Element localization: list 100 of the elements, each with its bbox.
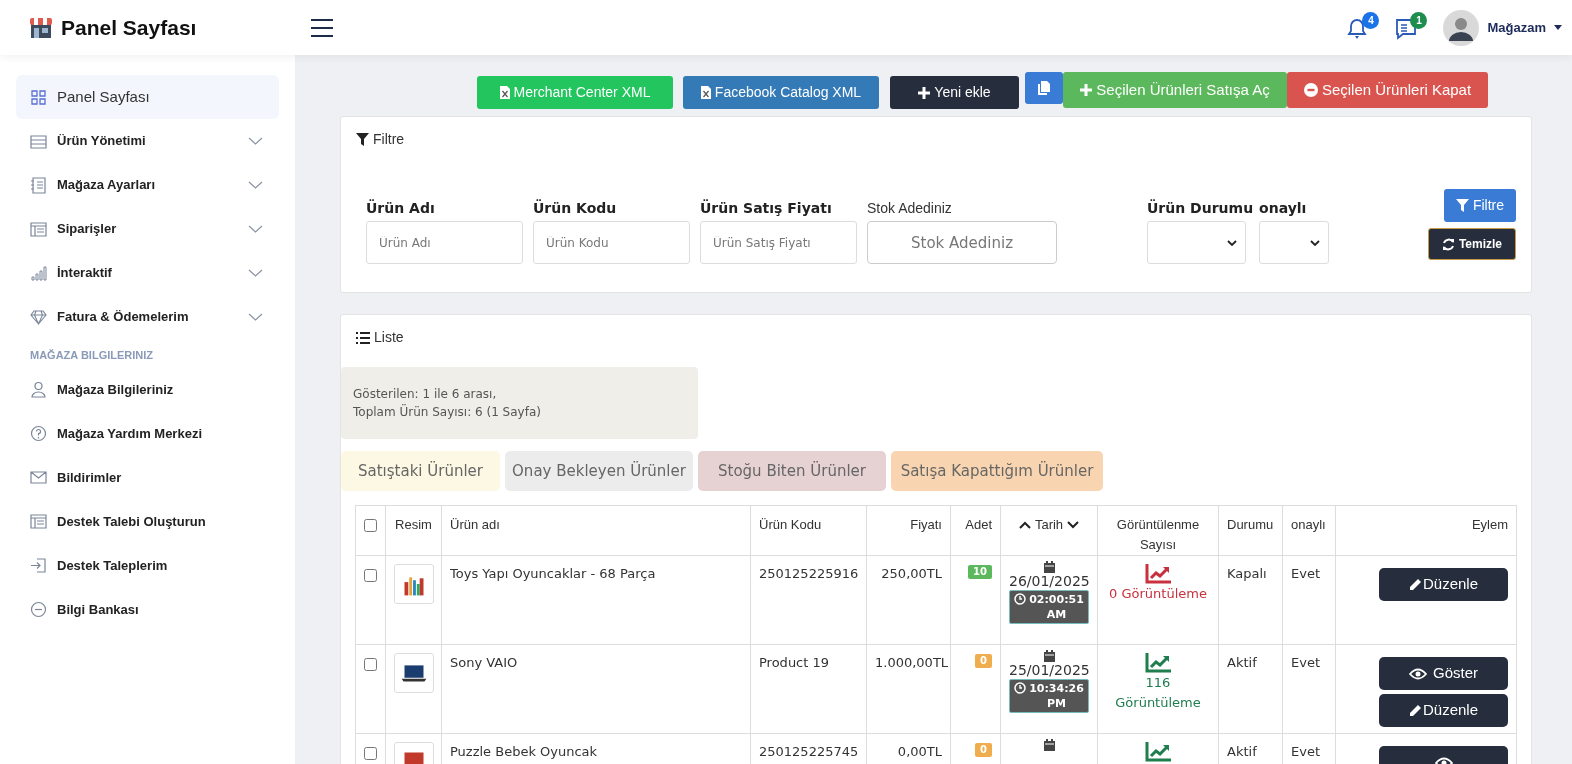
field-label: Ürün Satış Fiyatı [700, 198, 833, 214]
summary-line: Toplam Ürün Sayısı: 6 (1 Sayfa) [353, 403, 542, 421]
view-count: 116 Görüntüleme [1114, 674, 1202, 712]
select-field[interactable] [1259, 221, 1330, 264]
input-field[interactable]: Stok Adediniz [867, 221, 1057, 264]
user-icon [30, 381, 47, 398]
filter-tab[interactable]: Onay Bekleyen Ürünler [505, 451, 693, 491]
field-label: Ürün Adı [366, 198, 436, 214]
chevron-down-icon [1310, 239, 1321, 246]
bars-icon [30, 264, 47, 282]
sidebar-item[interactable]: Panel Sayfası [16, 75, 279, 119]
app-title: Panel Sayfası [61, 14, 197, 41]
pencil-icon [1408, 704, 1422, 717]
checkbox[interactable] [364, 658, 377, 671]
status-text: Aktif [1227, 744, 1257, 759]
minus-circle-icon [1303, 83, 1318, 97]
toolbar-button[interactable]: Facebook Catalog XML [683, 76, 879, 109]
filter-tab[interactable]: Stoğu Biten Ürünler [698, 451, 886, 491]
field-label: onaylı [1259, 199, 1308, 214]
column-header: onaylı [1291, 517, 1326, 532]
menu-icon[interactable] [310, 17, 334, 38]
table-icon [30, 220, 47, 238]
edit-button[interactable]: Düzenle [1379, 694, 1508, 727]
date-text: 25/01/2025 [1009, 662, 1089, 679]
checkbox[interactable] [364, 569, 377, 582]
stock-badge: 0 [975, 654, 992, 668]
table-cell: Product 19 [759, 655, 830, 670]
toolbar-button[interactable]: Seçilen Ürünleri Kapat [1287, 72, 1488, 108]
edit-button[interactable]: Düzenle [1379, 568, 1508, 601]
filter-button[interactable]: Filtre [1443, 189, 1516, 222]
input-field[interactable]: Ürün Satış Fiyatı [700, 221, 857, 264]
refresh-icon [1441, 237, 1455, 251]
time-badge: 10:34:26 PM [1009, 679, 1089, 713]
product-thumbnail [394, 564, 434, 604]
stock-badge: 10 [968, 565, 992, 579]
view-button[interactable]: Göster [1379, 657, 1508, 690]
time-badge: 02:00:51 AM [1009, 590, 1089, 624]
table-cell: Evet [1291, 655, 1320, 670]
field-label: Ürün Kodu [533, 198, 618, 214]
notifications-button[interactable]: 4 [1347, 13, 1376, 42]
select-field[interactable] [1147, 221, 1246, 264]
filter-icon [356, 133, 369, 146]
summary-line: Gösterilen: 1 ile 6 arası, [353, 386, 498, 403]
field-label: Ürün Durumu [1147, 198, 1254, 214]
chevron-down-icon [1227, 239, 1237, 246]
table-cell: 1.000,00TL [875, 655, 949, 670]
message-count: 1 [1410, 11, 1428, 29]
enter-icon [30, 557, 47, 574]
sort-up-icon[interactable] [1018, 521, 1031, 529]
input-field[interactable]: Ürün Adı [366, 221, 523, 264]
table-cell: 250125225745 [759, 744, 859, 759]
toolbar-button[interactable]: Yeni ekle [890, 76, 1019, 109]
shop-icon [29, 16, 53, 39]
grid-icon [30, 88, 47, 106]
pencil-icon [1408, 578, 1422, 591]
help-icon [30, 425, 47, 442]
avatar-icon [1443, 9, 1480, 46]
section-heading: MAĞAZA BILGILERINIZ [29, 348, 155, 363]
product-name: Toys Yapı Oyuncaklar - 68 Parça [450, 566, 656, 581]
product-thumbnail [394, 653, 434, 693]
spreadsheet-file-icon [700, 86, 711, 99]
column-header: Tarih [1034, 516, 1064, 534]
view-count: 0 Görüntüleme [1108, 585, 1208, 603]
clear-button[interactable]: Temizle [1427, 228, 1516, 260]
user-menu[interactable]: Mağazam [1443, 9, 1562, 46]
calendar-icon [1043, 739, 1055, 751]
mail-icon [30, 469, 47, 486]
caret-icon [1554, 25, 1562, 30]
status-text: Kapalı [1227, 566, 1267, 581]
column-header: Ürün adı [450, 517, 500, 532]
filter-tab[interactable]: Satışa Kapattığım Ürünler [891, 451, 1103, 491]
sort-down-icon[interactable] [1067, 521, 1080, 529]
checkbox[interactable] [364, 747, 377, 760]
product-name: Sony VAIO [450, 655, 518, 670]
table-cell: Evet [1291, 566, 1320, 581]
calendar-icon [1043, 561, 1055, 573]
filter-tab[interactable]: Satıştaki Ürünler [341, 451, 500, 491]
field-label: Stok Adediniz [867, 199, 953, 214]
checkbox[interactable] [364, 519, 377, 532]
table-cell: 0,00TL [897, 744, 942, 759]
table-cell: Evet [1291, 744, 1320, 759]
calendar-icon [1043, 650, 1055, 662]
minus-icon [30, 601, 47, 618]
eye-icon [1434, 756, 1453, 764]
table-icon [30, 513, 47, 530]
input-field[interactable]: Ürün Kodu [533, 221, 690, 264]
list-title: Liste [374, 328, 404, 347]
diamond-icon [30, 308, 47, 326]
column-header: Durumu [1227, 517, 1274, 532]
product-name: Puzzle Bebek Oyuncak [450, 744, 598, 759]
table-cell: 250,00TL [881, 566, 942, 581]
column-header: Resim [395, 517, 432, 532]
filter-title: Filtre [373, 130, 405, 149]
plus-icon [918, 86, 931, 99]
copy-button[interactable] [1025, 72, 1063, 104]
list-icon [356, 331, 370, 344]
eye-icon [1409, 667, 1427, 680]
column-header: Fiyatı [910, 517, 942, 532]
spreadsheet-file-icon [499, 86, 510, 99]
copy-icon [1038, 81, 1050, 95]
